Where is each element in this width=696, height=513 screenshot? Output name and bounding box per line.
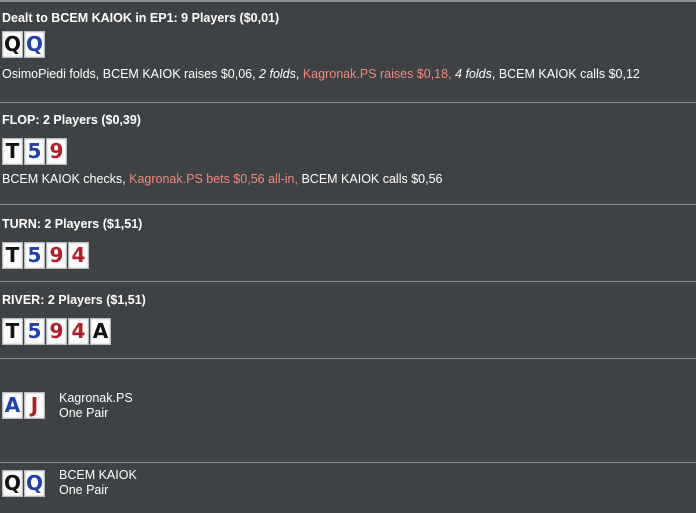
preflop-actions: OsimoPiedi folds, BCEM KAIOK raises $0,0…: [2, 67, 696, 82]
playing-card: Q: [2, 30, 23, 58]
preflop-section: Dealt to BCEM KAIOK in EP1: 9 Players ($…: [0, 2, 696, 103]
playing-card: Q: [24, 469, 45, 497]
action-segment: OsimoPiedi folds, BCEM KAIOK raises $0,0…: [2, 67, 260, 81]
playing-card: Q: [2, 469, 23, 497]
action-segment: Kagronak.PS bets $0,56 all-in,: [129, 172, 298, 186]
showdown-player-name: Kagronak.PS: [59, 391, 133, 405]
action-segment: BCEM KAIOK calls $0,56: [297, 172, 443, 186]
showdown-hand-rank: One Pair: [59, 483, 109, 497]
action-segment: ,: [295, 67, 303, 81]
playing-card: A: [90, 317, 111, 345]
playing-card: A: [2, 391, 23, 419]
showdown-info: Kagronak.PS One Pair: [59, 391, 133, 421]
showdown-row: QQ BCEM KAIOK One Pair: [0, 463, 696, 513]
playing-card: J: [24, 391, 45, 419]
playing-card: T: [2, 241, 23, 269]
hole-cards: QQ: [2, 30, 696, 58]
river-board-cards: T594A: [2, 317, 696, 345]
flop-title: FLOP: 2 Players ($0,39): [2, 113, 141, 127]
action-segment: 2 folds: [259, 67, 296, 81]
showdown-row: AJ Kagronak.PS One Pair: [0, 389, 696, 463]
preflop-title: Dealt to BCEM KAIOK in EP1: 9 Players ($…: [2, 11, 280, 25]
showdown-cards: QQ: [2, 469, 45, 497]
river-title: RIVER: 2 Players ($1,51): [2, 293, 146, 307]
playing-card: T: [2, 137, 23, 165]
turn-title: TURN: 2 Players ($1,51): [2, 217, 143, 231]
playing-card: 9: [46, 317, 67, 345]
action-segment: , BCEM KAIOK calls $0,12: [491, 67, 640, 81]
action-segment: 4 folds: [455, 67, 492, 81]
playing-card: 4: [68, 241, 89, 269]
river-section: RIVER: 2 Players ($1,51) T594A: [0, 282, 696, 359]
action-segment: BCEM KAIOK checks,: [2, 172, 130, 186]
flop-section: FLOP: 2 Players ($0,39) T59 BCEM KAIOK c…: [0, 103, 696, 205]
showdown-cards: AJ: [2, 391, 45, 419]
playing-card: 4: [68, 317, 89, 345]
showdown-info: BCEM KAIOK One Pair: [59, 468, 137, 498]
playing-card: 9: [46, 241, 67, 269]
playing-card: 5: [24, 317, 45, 345]
showdown-hand-rank: One Pair: [59, 406, 109, 420]
playing-card: 5: [24, 137, 45, 165]
turn-board-cards: T594: [2, 241, 696, 269]
playing-card: 9: [46, 137, 67, 165]
flop-actions: BCEM KAIOK checks, Kagronak.PS bets $0,5…: [2, 172, 696, 187]
playing-card: Q: [24, 30, 45, 58]
action-segment: Kagronak.PS raises $0,18,: [302, 67, 452, 81]
showdown-spacer: [0, 359, 696, 389]
turn-section: TURN: 2 Players ($1,51) T594: [0, 205, 696, 282]
playing-card: 5: [24, 241, 45, 269]
flop-board-cards: T59: [2, 137, 696, 165]
showdown-player-name: BCEM KAIOK: [59, 468, 137, 482]
playing-card: T: [2, 317, 23, 345]
